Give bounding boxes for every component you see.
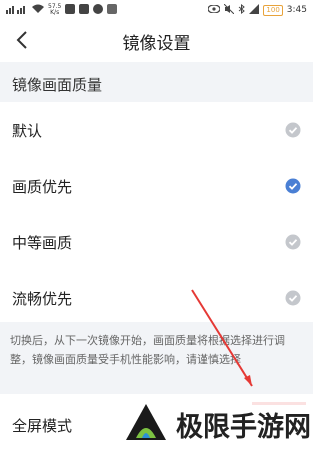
quality-option-default[interactable]: 默认 [0,102,313,158]
check-icon [285,234,301,250]
watermark-logo-icon [122,400,170,448]
notification-icon [79,3,90,17]
section-header-quality: 镜像画面质量 [0,62,313,106]
fullscreen-label: 全屏模式 [12,416,73,435]
quality-option-smooth-first[interactable]: 流畅优先 [0,270,313,326]
option-label: 默认 [12,121,43,140]
option-label: 中等画质 [12,233,73,252]
status-left: 57.5 K/s [6,3,118,17]
wifi-icon [32,4,44,17]
watermark: 极限手游网 [122,398,312,450]
quality-note: 切换后，从下一次镜像开始，画面质量将根据选择进行调整，镜像画面质量受手机性能影响… [0,322,313,394]
status-time: 3:45 [286,5,307,15]
app-header: 镜像设置 [0,22,313,60]
option-label: 流畅优先 [12,289,73,308]
notification-icon [93,3,104,17]
status-bar: 57.5 K/s 100 3:45 [0,0,313,20]
mute-icon [224,3,235,17]
quality-option-image-first[interactable]: 画质优先 [0,158,313,214]
option-label: 画质优先 [12,177,73,196]
bluetooth-icon [238,3,246,17]
signal-icon [249,3,260,17]
page-title: 镜像设置 [122,33,191,54]
sim-signal-icon [6,4,28,17]
net-speed-unit: K/s [50,9,60,16]
notification-icon [107,3,118,17]
quality-option-medium[interactable]: 中等画质 [0,214,313,270]
watermark-text: 极限手游网 [176,411,311,443]
status-right: 100 3:45 [207,3,307,17]
battery-indicator: 100 [263,4,283,16]
notification-icon [65,3,76,17]
eye-icon [207,3,222,16]
back-icon[interactable] [12,30,32,50]
net-speed: 57.5 K/s [48,4,61,16]
check-icon [285,122,301,138]
check-icon [285,290,301,306]
check-icon [285,178,301,194]
